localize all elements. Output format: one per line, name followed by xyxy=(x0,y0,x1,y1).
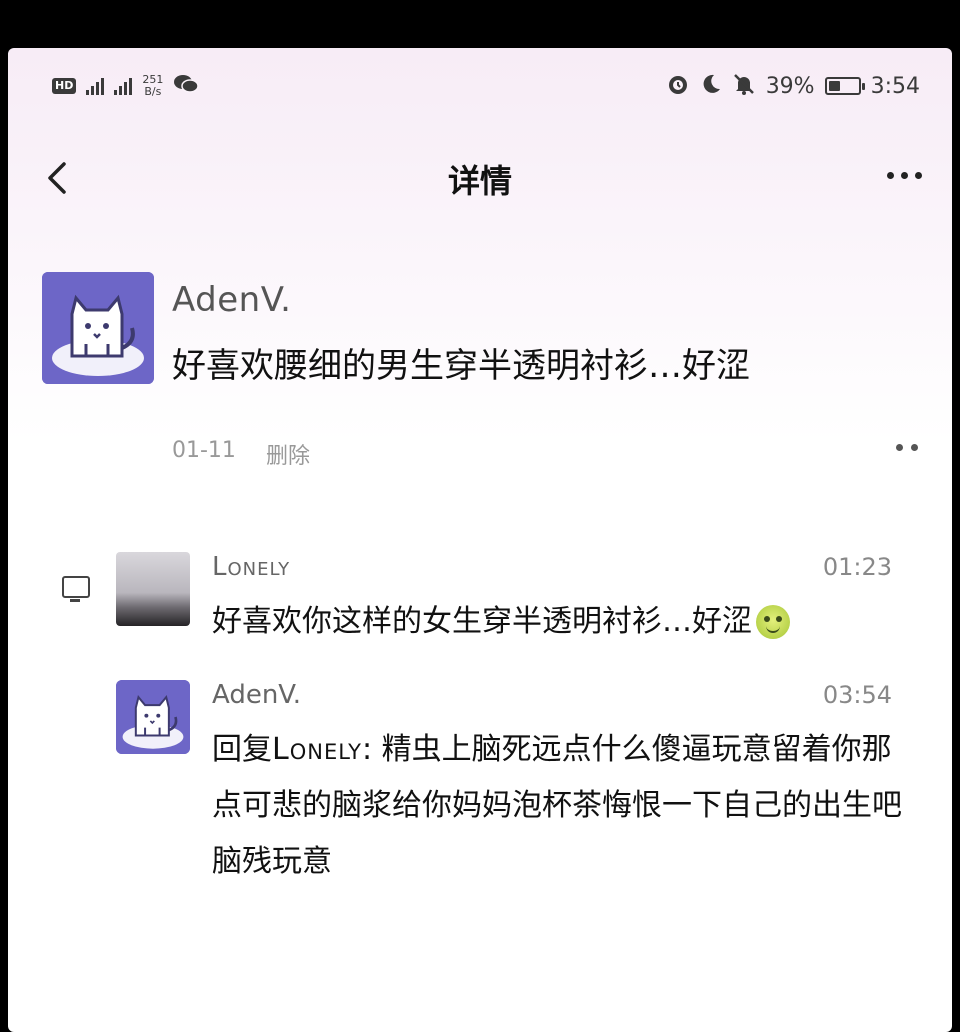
hd-icon: HD xyxy=(52,78,77,94)
reply-prefix: 回复 xyxy=(212,732,272,767)
status-time: 3:54 xyxy=(870,73,920,99)
post-author-name[interactable]: AdenV. xyxy=(172,280,291,320)
wechat-icon xyxy=(173,74,200,98)
comment-time: 01:23 xyxy=(822,553,892,581)
reply-text[interactable]: 回复Lonely: 精虫上脑死远点什么傻逼玩意留着你那点可悲的脑浆给你妈妈泡杯茶… xyxy=(212,722,912,890)
app-screen: HD 251 B/s 39% 3:54 详情 AdenV. 好喜欢腰细的男生穿半… xyxy=(8,48,952,1032)
status-bar: HD 251 B/s 39% 3:54 xyxy=(8,66,952,106)
alarm-icon xyxy=(666,72,690,100)
post-time: 01-11 xyxy=(172,438,236,463)
signal-icon xyxy=(114,77,133,95)
status-bar-right: 39% 3:54 xyxy=(666,72,920,100)
post-content: 好喜欢腰细的男生穿半透明衬衫…好涩 xyxy=(172,346,750,386)
post-more-icon[interactable] xyxy=(896,444,918,451)
signal-4g-icon xyxy=(86,77,105,95)
comment-text[interactable]: 好喜欢你这样的女生穿半透明衬衫…好涩 xyxy=(212,594,790,650)
nav-header: 详情 xyxy=(8,148,952,208)
net-speed-unit: B/s xyxy=(144,85,162,98)
moon-icon xyxy=(700,73,722,99)
reply-author-name[interactable]: AdenV. xyxy=(212,680,301,710)
reply-time: 03:54 xyxy=(822,681,892,709)
battery-fill xyxy=(828,81,840,91)
battery-percent: 39% xyxy=(765,73,815,99)
battery-icon xyxy=(824,77,865,95)
page-title: 详情 xyxy=(447,162,512,200)
cat-avatar-icon xyxy=(116,680,190,754)
status-bar-left: HD 251 B/s xyxy=(52,74,200,98)
mute-bell-icon xyxy=(732,72,756,100)
cat-avatar-icon xyxy=(42,272,154,384)
sweat-grin-emoji-icon xyxy=(756,605,790,639)
delete-button[interactable]: 删除 xyxy=(266,438,310,470)
comment-text-body: 好喜欢你这样的女生穿半透明衬衫…好涩 xyxy=(212,604,752,639)
reply-author-avatar[interactable] xyxy=(116,680,190,754)
post-author-avatar[interactable] xyxy=(42,272,154,384)
comment-author-name[interactable]: Lonely xyxy=(212,552,290,582)
comment-icon xyxy=(62,576,90,602)
more-dots-icon[interactable] xyxy=(887,172,922,179)
post-meta: 01-11 删除 xyxy=(172,438,310,470)
net-speed: 251 B/s xyxy=(142,74,163,98)
comment-author-avatar[interactable] xyxy=(116,552,190,626)
reply-target-name[interactable]: Lonely xyxy=(272,732,362,767)
